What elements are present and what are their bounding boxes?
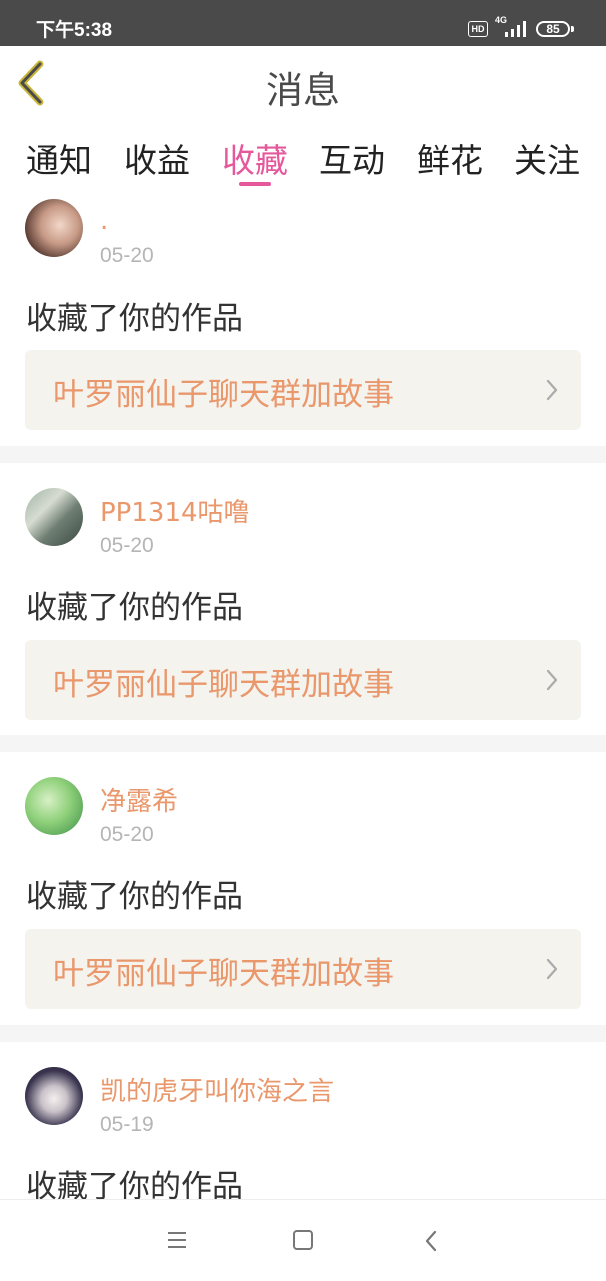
page-title: 消息 bbox=[266, 69, 340, 112]
tab-interactions[interactable]: 互动 bbox=[304, 134, 400, 182]
action-text: 收藏了你的作品 bbox=[26, 1169, 243, 1199]
work-link[interactable]: 叶罗丽仙子聊天群加故事 bbox=[25, 350, 581, 430]
message-date: 05-19 bbox=[100, 1113, 154, 1136]
username[interactable]: 净露希 bbox=[100, 781, 178, 818]
action-text: 收藏了你的作品 bbox=[26, 879, 243, 915]
action-text: 收藏了你的作品 bbox=[26, 590, 243, 626]
avatar[interactable] bbox=[25, 1067, 83, 1125]
chevron-right-icon bbox=[546, 379, 558, 401]
message-item: . 05-20 收藏了你的作品 叶罗丽仙子聊天群加故事 bbox=[0, 192, 606, 446]
header-bar: 消息 bbox=[0, 46, 606, 121]
chevron-right-icon bbox=[546, 669, 558, 691]
message-item: PP1314咕噜 05-20 收藏了你的作品 叶罗丽仙子聊天群加故事 bbox=[0, 463, 606, 735]
work-title: 叶罗丽仙子聊天群加故事 bbox=[53, 667, 394, 703]
system-nav-bar bbox=[0, 1199, 606, 1281]
work-link[interactable]: 叶罗丽仙子聊天群加故事 bbox=[25, 640, 581, 720]
message-date: 05-20 bbox=[100, 244, 154, 267]
avatar[interactable] bbox=[25, 777, 83, 835]
divider bbox=[0, 446, 606, 463]
avatar[interactable] bbox=[25, 199, 83, 257]
tab-bar: 通知 收益 收藏 互动 鲜花 关注 bbox=[0, 120, 606, 192]
work-title: 叶罗丽仙子聊天群加故事 bbox=[53, 377, 394, 413]
divider bbox=[0, 735, 606, 752]
username[interactable]: . bbox=[100, 206, 108, 236]
divider bbox=[0, 1025, 606, 1042]
battery-tip bbox=[571, 26, 574, 32]
username[interactable]: 凯的虎牙叫你海之言 bbox=[100, 1071, 334, 1108]
action-text: 收藏了你的作品 bbox=[26, 301, 243, 337]
status-bar: 下午5:38 HD 4G 85 bbox=[0, 0, 606, 46]
back-arrow-icon[interactable] bbox=[424, 1229, 438, 1253]
chevron-right-icon bbox=[546, 958, 558, 980]
status-time: 下午5:38 bbox=[36, 20, 113, 41]
active-tab-indicator bbox=[239, 182, 271, 186]
tab-flowers[interactable]: 鲜花 bbox=[402, 134, 498, 182]
message-item: 净露希 05-20 收藏了你的作品 叶罗丽仙子聊天群加故事 bbox=[0, 752, 606, 1025]
username[interactable]: PP1314咕噜 bbox=[100, 492, 250, 529]
battery-icon: 85 bbox=[536, 21, 570, 37]
signal-icon bbox=[505, 21, 526, 37]
tab-following[interactable]: 关注 bbox=[499, 134, 595, 182]
avatar[interactable] bbox=[25, 488, 83, 546]
message-item: 凯的虎牙叫你海之言 05-19 收藏了你的作品 bbox=[0, 1042, 606, 1199]
tab-earnings[interactable]: 收益 bbox=[109, 134, 205, 182]
work-title: 叶罗丽仙子聊天群加故事 bbox=[53, 956, 394, 992]
menu-icon[interactable] bbox=[166, 1230, 188, 1250]
work-link[interactable]: 叶罗丽仙子聊天群加故事 bbox=[25, 929, 581, 1009]
message-date: 05-20 bbox=[100, 823, 154, 846]
home-square-icon[interactable] bbox=[293, 1230, 313, 1250]
tab-notifications[interactable]: 通知 bbox=[11, 134, 107, 182]
message-date: 05-20 bbox=[100, 534, 154, 557]
hd-icon: HD bbox=[468, 21, 488, 37]
tab-favorites[interactable]: 收藏 bbox=[207, 134, 303, 182]
